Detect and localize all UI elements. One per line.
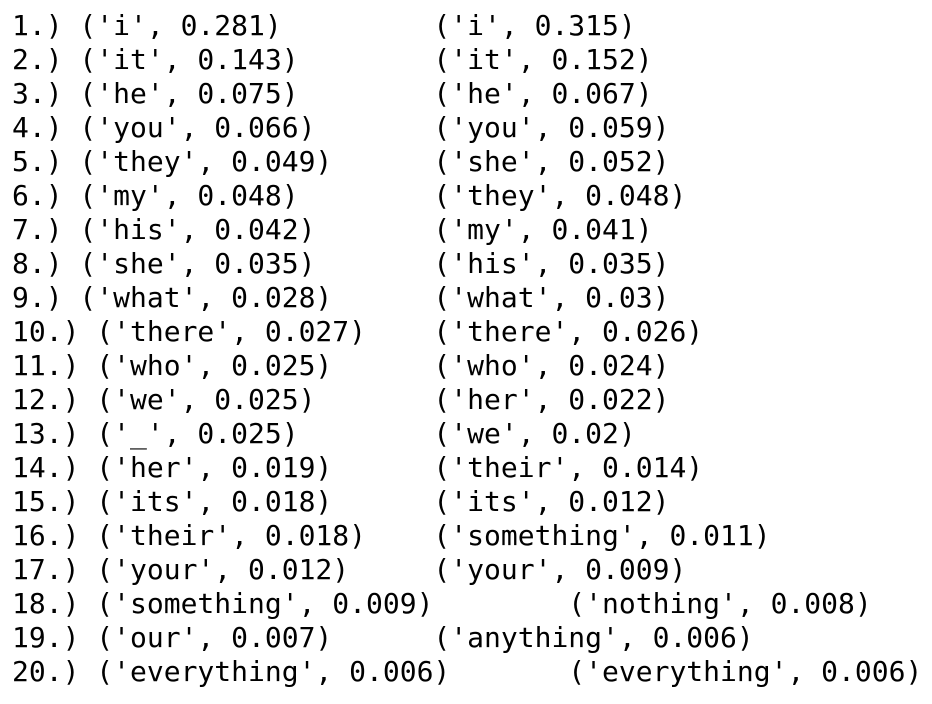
- output-line-12: 12.) ('we', 0.025) ('her', 0.022): [12, 383, 670, 416]
- output-line-2: 2.) ('it', 0.143) ('it', 0.152): [12, 43, 653, 76]
- output-line-9: 9.) ('what', 0.028) ('what', 0.03): [12, 281, 670, 314]
- output-line-5: 5.) ('they', 0.049) ('she', 0.052): [12, 145, 670, 178]
- output-line-1: 1.) ('i', 0.281) ('i', 0.315): [12, 9, 636, 42]
- output-line-3: 3.) ('he', 0.075) ('he', 0.067): [12, 77, 653, 110]
- output-line-18: 18.) ('something', 0.009) ('nothing', 0.…: [12, 587, 872, 620]
- output-line-8: 8.) ('she', 0.035) ('his', 0.035): [12, 247, 670, 280]
- output-line-11: 11.) ('who', 0.025) ('who', 0.024): [12, 349, 670, 382]
- output-line-7: 7.) ('his', 0.042) ('my', 0.041): [12, 213, 653, 246]
- output-line-17: 17.) ('your', 0.012) ('your', 0.009): [12, 553, 687, 586]
- output-line-13: 13.) ('_', 0.025) ('we', 0.02): [12, 417, 636, 450]
- output-line-4: 4.) ('you', 0.066) ('you', 0.059): [12, 111, 670, 144]
- output-line-6: 6.) ('my', 0.048) ('they', 0.048): [12, 179, 687, 212]
- text-output-page: 1.) ('i', 0.281) ('i', 0.315) 2.) ('it',…: [0, 0, 932, 704]
- output-line-14: 14.) ('her', 0.019) ('their', 0.014): [12, 451, 704, 484]
- output-line-20: 20.) ('everything', 0.006) ('everything'…: [12, 655, 923, 688]
- output-line-10: 10.) ('there', 0.027) ('there', 0.026): [12, 315, 704, 348]
- output-line-15: 15.) ('its', 0.018) ('its', 0.012): [12, 485, 670, 518]
- output-line-16: 16.) ('their', 0.018) ('something', 0.01…: [12, 519, 771, 552]
- output-line-19: 19.) ('our', 0.007) ('anything', 0.006): [12, 621, 754, 654]
